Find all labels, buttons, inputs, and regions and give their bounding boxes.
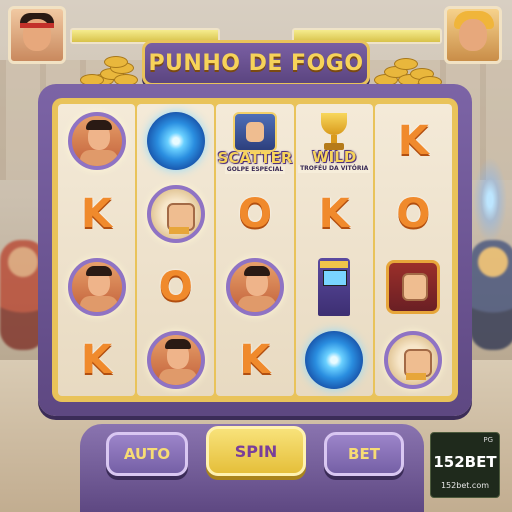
- game-title: PUNHO DE FOGO: [148, 50, 364, 76]
- reel-cell: K: [58, 323, 135, 396]
- reels-grid: K K O SCATTER GOLPE ESPECIAL O K WILD TROFÉU DA …: [58, 104, 453, 396]
- brand-name: 152BET: [433, 453, 497, 471]
- provider-label: PG: [483, 436, 493, 444]
- reel-cell: O: [216, 177, 293, 250]
- fighter-icon: [67, 111, 126, 170]
- reel-cell: O: [375, 177, 452, 250]
- trophy-icon: [315, 112, 353, 151]
- wild-subtitle: TROFÉU DA VITÓRIA: [298, 164, 371, 173]
- scatter-subtitle: GOLPE ESPECIAL: [224, 165, 286, 174]
- control-console: AUTO SPIN BET: [80, 424, 424, 512]
- arcade-cabinet-icon: [314, 257, 354, 316]
- brand-url: 152bet.com: [440, 481, 490, 490]
- slot-machine-frame: K K O SCATTER GOLPE ESPECIAL O K WILD TROFÉU DA …: [38, 84, 472, 416]
- letter-symbol: K: [239, 336, 271, 383]
- reel-cell: [216, 250, 293, 323]
- brand-logo: PG 152BET 152bet.com: [430, 432, 500, 498]
- fist-icon: [233, 111, 277, 152]
- reel-cell: [58, 250, 135, 323]
- reel-cell: O: [137, 250, 214, 323]
- reel-cell: [137, 323, 214, 396]
- reel-2: O: [137, 104, 215, 396]
- reel-4: WILD TROFÉU DA VITÓRIA K: [295, 104, 373, 396]
- player-portrait: [8, 6, 66, 64]
- game-title-plate: PUNHO DE FOGO: [142, 40, 370, 86]
- letter-symbol: O: [396, 190, 431, 237]
- scatter-title: SCATTER: [217, 148, 293, 167]
- reel-cell: [375, 323, 452, 396]
- reel-cell: K: [375, 104, 452, 177]
- fighter-icon: [67, 257, 126, 316]
- fist-icon: [386, 259, 441, 314]
- vortex-icon: [305, 330, 364, 389]
- reel-cell: K: [58, 177, 135, 250]
- reel-cell: [58, 104, 135, 177]
- reel-cell: [137, 104, 214, 177]
- letter-symbol: O: [158, 263, 193, 310]
- letter-symbol: O: [238, 190, 273, 237]
- letter-symbol: K: [81, 190, 113, 237]
- letter-symbol: K: [397, 117, 429, 164]
- reel-cell: K: [296, 177, 373, 250]
- auto-button[interactable]: AUTO: [106, 432, 188, 476]
- reel-cell: [137, 177, 214, 250]
- fist-icon: [384, 330, 443, 389]
- fighter-icon: [146, 330, 205, 389]
- opponent-portrait: [444, 6, 502, 64]
- letter-symbol: K: [318, 190, 350, 237]
- reel-cell: [296, 250, 373, 323]
- reel-5: KO: [374, 104, 453, 396]
- reel-cell: [375, 250, 452, 323]
- reel-cell: [296, 323, 373, 396]
- fighter-icon: [226, 257, 284, 316]
- coin-stack-left-icon: [70, 52, 140, 86]
- lightning-effect: [470, 150, 510, 250]
- background-fighter-right: [470, 240, 512, 350]
- wild-title: WILD: [312, 147, 357, 166]
- fist-icon: [146, 184, 205, 243]
- vortex-icon: [146, 111, 205, 170]
- reel-1: KK: [58, 104, 136, 396]
- reel-cell: WILD TROFÉU DA VITÓRIA: [296, 104, 373, 177]
- reel-cell: K: [216, 323, 293, 396]
- coin-stack-right-icon: [370, 52, 442, 88]
- bet-button[interactable]: BET: [324, 432, 404, 476]
- reel-3: SCATTER GOLPE ESPECIAL O K: [216, 104, 294, 396]
- spin-button[interactable]: SPIN: [206, 426, 306, 476]
- reel-window: K K O SCATTER GOLPE ESPECIAL O K WILD TROFÉU DA …: [52, 98, 458, 402]
- reel-cell: SCATTER GOLPE ESPECIAL: [216, 104, 293, 177]
- letter-symbol: K: [81, 336, 113, 383]
